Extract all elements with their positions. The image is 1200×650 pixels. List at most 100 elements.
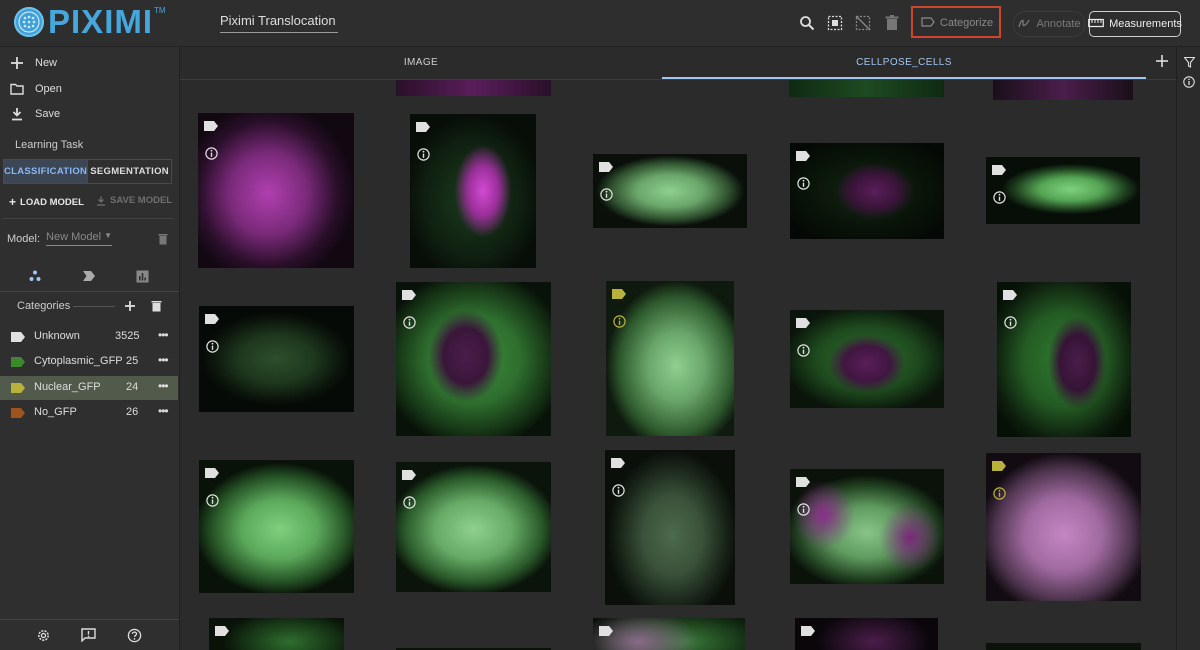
measurements-button[interactable]: Measurements [1088,11,1182,37]
classification-tab[interactable]: CLASSIFICATION [4,160,88,183]
cell-thumbnail[interactable] [986,453,1141,601]
cell-thumbnail[interactable] [198,113,354,268]
help-icon[interactable] [125,626,143,644]
ruler-icon [1088,18,1105,31]
info-icon[interactable] [403,316,416,329]
add-category-icon[interactable] [124,299,136,317]
download-icon [12,108,22,121]
cell-thumbnail[interactable] [993,80,1133,100]
cell-thumbnail[interactable] [396,282,551,436]
cell-thumbnail[interactable] [986,157,1140,224]
category-name: Cytoplasmic_GFP [34,355,123,367]
cell-thumbnail[interactable] [986,643,1141,650]
annotate-label: Annotate [1036,18,1081,30]
learning-task-toggle: CLASSIFICATION SEGMENTATION [3,159,172,184]
categorize-button[interactable]: Categorize [917,11,997,35]
settings-icon[interactable] [34,626,52,644]
delete-model-icon[interactable] [158,232,168,250]
tag-icon [992,461,1006,471]
add-tab-icon[interactable] [1154,53,1170,69]
tag-icon [205,314,219,324]
save-model-label: SAVE MODEL [110,195,173,206]
tag-icon [11,332,25,342]
chart-tab-icon[interactable] [132,267,152,285]
save-menu-item[interactable]: Save [10,103,60,125]
cell-thumbnail[interactable] [209,618,344,650]
category-row-nuclear-gfp[interactable]: Nuclear_GFP 24 ••• [0,376,178,400]
cell-thumbnail[interactable] [593,154,747,228]
info-icon[interactable] [797,503,810,516]
cell-thumbnail[interactable] [795,618,938,650]
measurements-label: Measurements [1109,18,1182,30]
info-icon[interactable] [797,344,810,357]
cell-thumbnail[interactable] [199,306,354,412]
info-icon[interactable] [612,484,625,497]
divider [3,218,173,219]
categorize-label: Categorize [939,17,994,29]
save-model-button[interactable]: SAVE MODEL [96,195,172,206]
cell-thumbnail[interactable] [790,469,944,584]
info-icon[interactable] [206,340,219,353]
deselect-icon[interactable] [852,12,874,34]
tag-icon [796,318,810,328]
load-model-button[interactable]: + LOAD MODEL [9,195,84,209]
info-icon[interactable] [417,148,430,161]
tab-image[interactable]: IMAGE [180,47,662,78]
category-name: Unknown [34,330,80,342]
cell-thumbnail[interactable] [199,460,354,593]
annotate-button[interactable]: Annotate [1013,11,1085,37]
category-row-no-gfp[interactable]: No_GFP 26 ••• [0,401,178,425]
cell-thumbnail[interactable] [790,310,944,408]
select-all-icon[interactable] [824,12,846,34]
more-options-icon[interactable]: ••• [158,328,169,342]
tag-icon [801,626,815,636]
project-title-input[interactable]: Piximi Translocation Tutorial [220,10,338,33]
category-count: 25 [126,355,139,367]
info-icon[interactable] [600,188,613,201]
label-tab-icon[interactable] [79,267,99,285]
cell-thumbnail[interactable] [410,114,536,268]
more-options-icon[interactable]: ••• [158,379,169,393]
info-icon[interactable] [993,191,1006,204]
info-icon[interactable] [1182,75,1196,89]
category-count: 24 [126,381,139,393]
feedback-icon[interactable] [79,626,97,644]
model-select[interactable]: New Model ▼ [46,231,113,246]
open-menu-item[interactable]: Open [10,78,62,100]
tag-icon [11,383,25,393]
info-icon[interactable] [993,487,1006,500]
tab-cellpose-cells[interactable]: CELLPOSE_CELLS [662,47,1146,79]
category-row-cytoplasmic-gfp[interactable]: Cytoplasmic_GFP 25 ••• [0,350,178,374]
tag-icon [599,626,613,636]
filter-icon[interactable] [1182,55,1196,69]
info-icon[interactable] [403,496,416,509]
cell-thumbnail[interactable] [593,618,745,650]
logo-icon [14,7,44,37]
info-icon[interactable] [797,177,810,190]
learning-task-label: Learning Task [15,139,84,151]
cell-thumbnail[interactable] [997,282,1131,437]
new-menu-item[interactable]: New [10,52,57,74]
info-icon[interactable] [1004,316,1017,329]
tag-icon [205,468,219,478]
delete-category-icon[interactable] [151,299,162,317]
cell-thumbnail[interactable] [396,80,551,96]
delete-icon[interactable] [881,12,903,34]
cell-thumbnail[interactable] [790,143,944,239]
tag-icon [796,151,810,161]
cell-thumbnail[interactable] [396,462,551,592]
segmentation-tab[interactable]: SEGMENTATION [87,160,171,183]
info-icon[interactable] [205,147,218,160]
cell-thumbnail[interactable] [605,450,735,605]
categories-label: Categories [17,300,71,312]
info-icon[interactable] [613,315,626,328]
cell-thumbnail[interactable] [789,80,944,97]
category-row-unknown[interactable]: Unknown 3525 ••• [0,325,178,349]
more-options-icon[interactable]: ••• [158,404,169,418]
cell-thumbnail[interactable] [606,281,734,436]
info-icon[interactable] [206,494,219,507]
zoom-icon[interactable] [796,12,818,34]
clustering-tab-icon[interactable] [25,267,45,285]
top-bar: PIXIMI TM Piximi Translocation Tutorial … [0,0,1200,47]
more-options-icon[interactable]: ••• [158,353,169,367]
